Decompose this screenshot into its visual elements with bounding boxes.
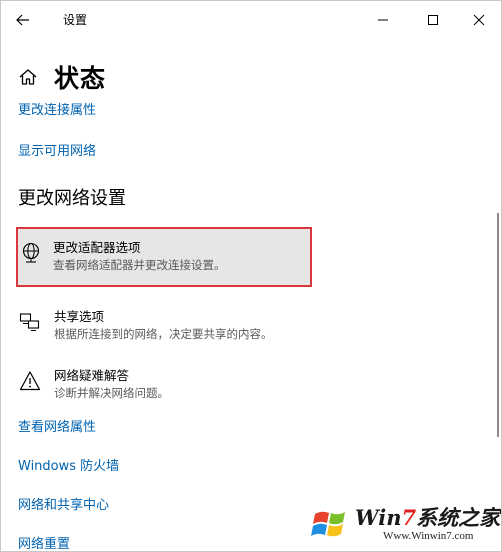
settings-window: 设置 状态 更改连接属性 显示可用网络 更改网络设置 更改适配器选项 查看网络适… bbox=[0, 0, 502, 552]
maximize-button[interactable] bbox=[413, 5, 453, 35]
change-adapter-options-item[interactable]: 更改适配器选项 查看网络适配器并更改连接设置。 bbox=[16, 227, 312, 287]
brand-suffix: 系统之家 bbox=[416, 505, 501, 530]
minimize-icon bbox=[378, 19, 388, 21]
section-title: 更改网络设置 bbox=[18, 188, 126, 209]
network-sharing-center-link[interactable]: 网络和共享中心 bbox=[18, 494, 109, 513]
globe-network-icon bbox=[22, 242, 40, 263]
option-description: 根据所连接到的网络，决定要共享的内容。 bbox=[54, 327, 273, 341]
close-icon bbox=[473, 14, 485, 26]
brand-seven: 7 bbox=[401, 505, 417, 530]
sharing-options-item[interactable]: 共享选项 根据所连接到的网络，决定要共享的内容。 bbox=[17, 299, 313, 355]
watermark: Win7系统之家 Www.Winwin7.com bbox=[301, 498, 501, 550]
option-title: 更改适配器选项 bbox=[53, 240, 141, 255]
warning-icon bbox=[19, 371, 41, 391]
option-description: 诊断并解决网络问题。 bbox=[54, 386, 169, 400]
network-reset-link[interactable]: 网络重置 bbox=[18, 533, 70, 551]
scrollbar-thumb[interactable] bbox=[497, 213, 499, 437]
back-button[interactable] bbox=[10, 9, 36, 31]
minimize-button[interactable] bbox=[363, 5, 403, 35]
option-title: 共享选项 bbox=[54, 309, 105, 324]
page-title: 状态 bbox=[54, 64, 107, 93]
show-available-networks-link[interactable]: 显示可用网络 bbox=[18, 140, 96, 159]
option-title: 网络疑难解答 bbox=[54, 368, 130, 383]
maximize-icon bbox=[428, 15, 438, 25]
windows-firewall-link[interactable]: Windows 防火墙 bbox=[18, 455, 119, 474]
brand-prefix: Win bbox=[355, 505, 402, 530]
sharing-icon bbox=[19, 313, 40, 331]
windows-logo-icon bbox=[311, 511, 345, 537]
option-description: 查看网络适配器并更改连接设置。 bbox=[53, 258, 226, 272]
back-arrow-icon bbox=[16, 14, 29, 26]
home-icon[interactable] bbox=[18, 67, 38, 87]
view-network-properties-link[interactable]: 查看网络属性 bbox=[18, 416, 96, 435]
title-bar: 设置 bbox=[1, 1, 501, 41]
watermark-brand: Win7系统之家 bbox=[355, 502, 500, 532]
change-connection-properties-link[interactable]: 更改连接属性 bbox=[18, 99, 96, 118]
watermark-url: Www.Winwin7.com bbox=[383, 530, 474, 542]
close-button[interactable] bbox=[459, 5, 499, 35]
network-troubleshooter-item[interactable]: 网络疑难解答 诊断并解决网络问题。 bbox=[17, 358, 313, 414]
window-title: 设置 bbox=[63, 13, 88, 27]
